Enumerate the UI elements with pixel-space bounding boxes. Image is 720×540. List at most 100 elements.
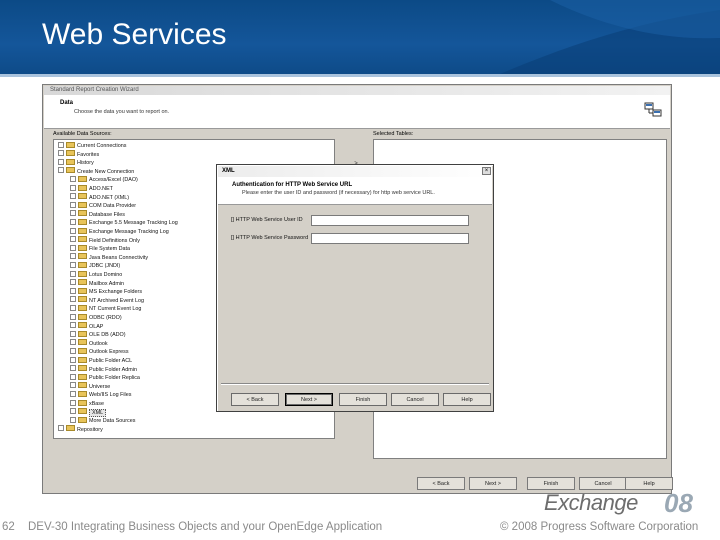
- tree-item-label: File System Data: [89, 246, 131, 253]
- expand-icon[interactable]: [70, 347, 76, 354]
- tree-item[interactable]: Database Files: [70, 210, 125, 219]
- expand-icon[interactable]: [70, 287, 76, 294]
- expand-icon[interactable]: [70, 261, 76, 268]
- expand-icon[interactable]: [70, 365, 76, 372]
- field-marker: []: [231, 217, 235, 223]
- data-tables-icon: [644, 102, 662, 117]
- dialog-finish-button[interactable]: Finish: [339, 393, 387, 406]
- folder-icon: [78, 193, 87, 200]
- folder-icon: [78, 408, 87, 415]
- tree-item[interactable]: ADO.NET: [70, 184, 113, 193]
- tree-item[interactable]: Outlook: [70, 339, 108, 348]
- tree-item[interactable]: NT Archived Event Log: [70, 296, 144, 305]
- password-input[interactable]: [311, 233, 469, 244]
- tree-item[interactable]: Field Definitions Only: [70, 236, 140, 245]
- dialog-next-button[interactable]: Next >: [285, 393, 333, 406]
- tree-item-label: Favorites: [77, 151, 100, 158]
- expand-icon[interactable]: [70, 201, 76, 208]
- tree-item[interactable]: Access/Excel (DAO): [70, 175, 138, 184]
- tree-item[interactable]: Mailbox Admin: [70, 279, 124, 288]
- folder-icon: [78, 184, 87, 191]
- expand-icon[interactable]: [70, 244, 76, 251]
- expand-icon[interactable]: [70, 382, 76, 389]
- folder-icon: [78, 330, 87, 337]
- tree-item[interactable]: ADO.NET (XML): [70, 193, 130, 202]
- tree-item[interactable]: NT Current Event Log: [70, 304, 142, 313]
- tree-item[interactable]: JDBC (JNDI): [70, 261, 120, 270]
- tree-item[interactable]: xBase: [70, 399, 104, 408]
- tree-item[interactable]: Repository: [58, 425, 103, 434]
- expand-icon[interactable]: [70, 304, 76, 311]
- dialog-back-button[interactable]: < Back: [231, 393, 279, 406]
- tree-item[interactable]: Exchange Message Tracking Log: [70, 227, 169, 236]
- expand-icon[interactable]: [70, 390, 76, 397]
- tree-item[interactable]: Create New Connection: [58, 167, 134, 176]
- tree-item[interactable]: OLAP: [70, 322, 103, 331]
- expand-icon[interactable]: [70, 175, 76, 182]
- expand-icon[interactable]: [70, 218, 76, 225]
- tree-item[interactable]: COM Data Provider: [70, 201, 136, 210]
- expand-icon[interactable]: [70, 210, 76, 217]
- tree-item-label: Public Folder Admin: [89, 366, 137, 373]
- tree-item[interactable]: Favorites: [58, 150, 100, 159]
- tree-item[interactable]: Current Connections: [58, 141, 126, 150]
- wizard-next-button[interactable]: Next >: [469, 477, 517, 490]
- tree-item[interactable]: MS Exchange Folders: [70, 287, 143, 296]
- dialog-cancel-button[interactable]: Cancel: [391, 393, 439, 406]
- expand-icon[interactable]: [70, 313, 76, 320]
- tree-item[interactable]: Lotus Domino: [70, 270, 122, 279]
- tree-item[interactable]: Universe: [70, 382, 110, 391]
- tree-item[interactable]: Public Folder Admin: [70, 365, 137, 374]
- expand-icon[interactable]: [58, 158, 64, 165]
- wizard-header-title: Data: [60, 100, 74, 106]
- dialog-header-subtitle: Please enter the user ID and password (i…: [242, 190, 435, 196]
- tree-item[interactable]: Web/IIS Log Files: [70, 390, 131, 399]
- tree-item[interactable]: ODBC (RDO): [70, 313, 122, 322]
- expand-icon[interactable]: [70, 193, 76, 200]
- expand-icon[interactable]: [70, 408, 76, 415]
- expand-icon[interactable]: [70, 270, 76, 277]
- expand-icon[interactable]: [70, 399, 76, 406]
- tree-item[interactable]: Public Folder ACL: [70, 356, 132, 365]
- folder-icon: [78, 382, 87, 389]
- expand-icon[interactable]: [70, 356, 76, 363]
- expand-icon[interactable]: [70, 330, 76, 337]
- tree-item-label: ADO.NET (XML): [89, 194, 130, 201]
- tree-item[interactable]: Outlook Express: [70, 347, 129, 356]
- tree-item[interactable]: XML: [70, 408, 107, 417]
- user-id-input[interactable]: [311, 215, 469, 226]
- expand-icon[interactable]: [70, 236, 76, 243]
- expand-icon[interactable]: [70, 339, 76, 346]
- expand-icon[interactable]: [70, 253, 76, 260]
- wizard-header: Data Choose the data you want to report …: [44, 95, 670, 129]
- tree-item[interactable]: File System Data: [70, 244, 131, 253]
- tree-item[interactable]: Public Folder Replica: [70, 373, 140, 382]
- tree-item-label: NT Current Event Log: [89, 306, 142, 313]
- expand-icon[interactable]: [70, 296, 76, 303]
- tree-item[interactable]: More Data Sources: [70, 416, 136, 425]
- expand-icon[interactable]: [70, 373, 76, 380]
- page-number: 62: [2, 521, 15, 533]
- collapse-icon[interactable]: [58, 167, 64, 174]
- dialog-help-button[interactable]: Help: [443, 393, 491, 406]
- tree-item-label: More Data Sources: [89, 418, 136, 425]
- tree-item[interactable]: History: [58, 158, 94, 167]
- logo-year: 08: [664, 488, 693, 518]
- wizard-back-button[interactable]: < Back: [417, 477, 465, 490]
- folder-icon: [78, 227, 87, 234]
- tree-item[interactable]: OLE DB (ADO): [70, 330, 126, 339]
- expand-icon[interactable]: [70, 279, 76, 286]
- expand-icon[interactable]: [58, 141, 64, 148]
- folder-icon: [78, 270, 87, 277]
- expand-icon[interactable]: [70, 322, 76, 329]
- expand-icon[interactable]: [58, 150, 64, 157]
- tree-item[interactable]: Exchange 5.5 Message Tracking Log: [70, 218, 178, 227]
- close-icon[interactable]: ×: [482, 167, 491, 175]
- expand-icon[interactable]: [70, 227, 76, 234]
- dialog-header-title: Authentication for HTTP Web Service URL: [232, 182, 353, 188]
- expand-icon[interactable]: [70, 184, 76, 191]
- expand-icon[interactable]: [70, 416, 76, 423]
- expand-icon[interactable]: [58, 425, 64, 432]
- tree-item[interactable]: Java Beans Connectivity: [70, 253, 148, 262]
- tree-item-label: MS Exchange Folders: [89, 289, 143, 296]
